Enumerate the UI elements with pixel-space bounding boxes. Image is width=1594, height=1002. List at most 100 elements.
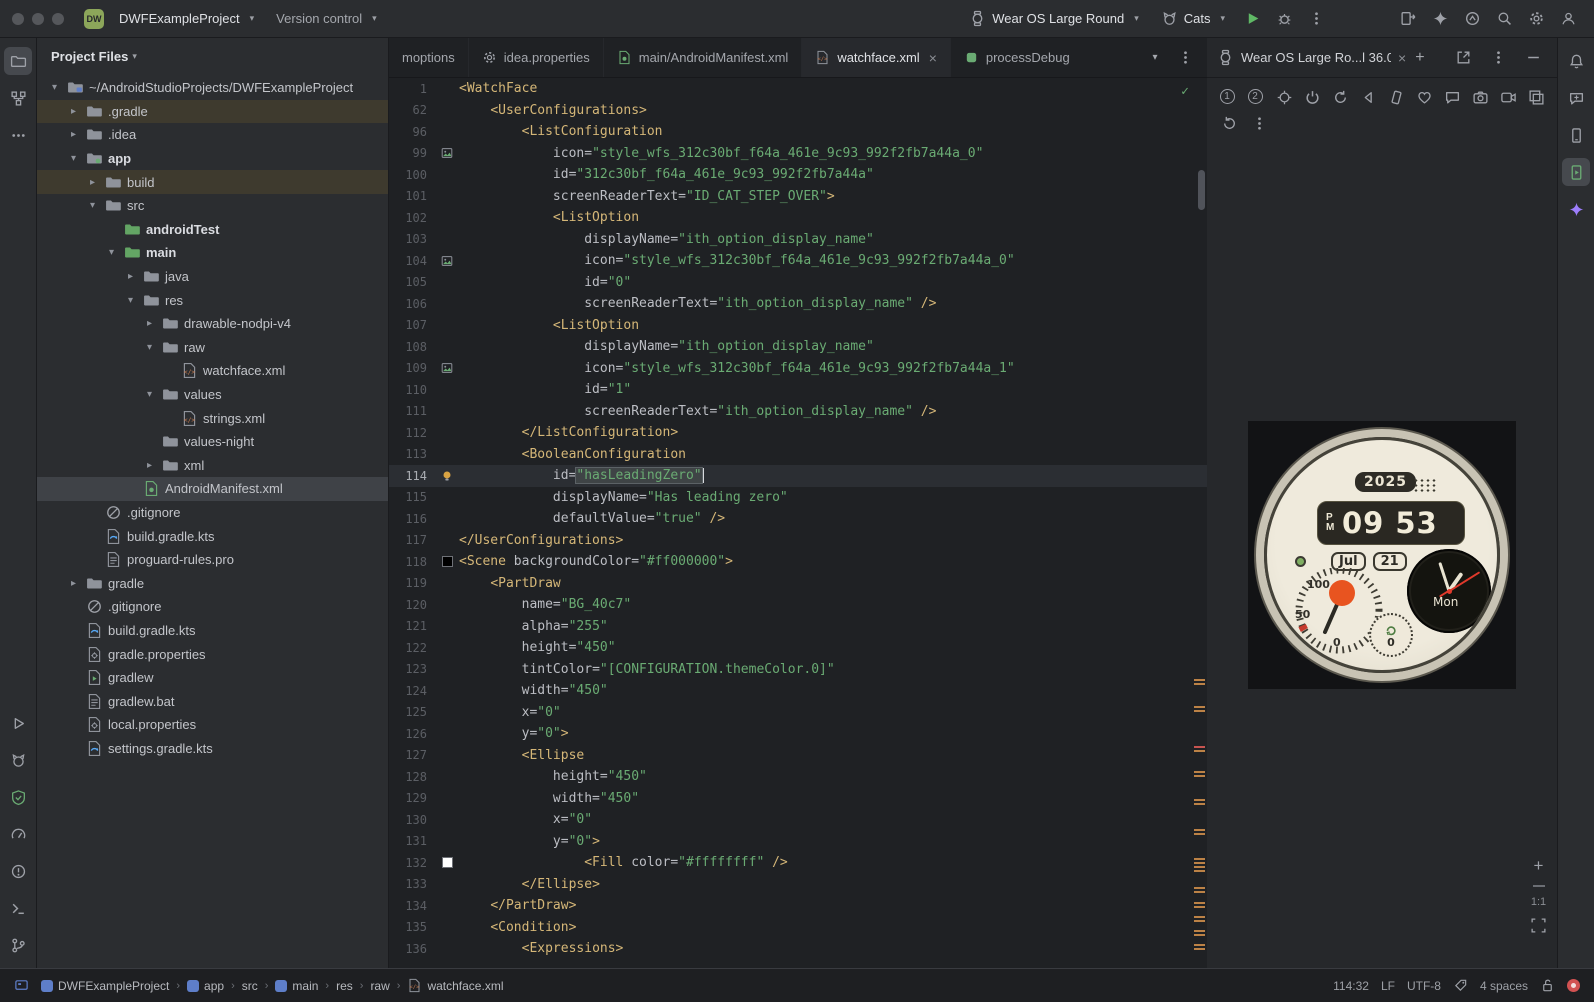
line-number[interactable]: 130	[389, 813, 435, 827]
code-line-129[interactable]: 129 width="450"	[389, 788, 1207, 810]
code-line-104[interactable]: 104 icon="style_wfs_312c30bf_f64a_461e_9…	[389, 250, 1207, 272]
line-number[interactable]: 110	[389, 383, 435, 397]
chevron-down-icon[interactable]: ▾	[142, 342, 157, 353]
breadcrumb-res[interactable]: res	[336, 979, 353, 993]
breadcrumb-main[interactable]: main	[275, 979, 318, 993]
line-number[interactable]: 126	[389, 727, 435, 741]
ai-chat-button[interactable]	[1562, 84, 1590, 112]
line-number[interactable]: 111	[389, 404, 435, 418]
code-area[interactable]: 1 <WatchFace 62 <UserConfigurations> 96 <Li…	[389, 78, 1207, 968]
chevron-down-icon[interactable]: ▾	[47, 82, 62, 93]
minimize-window-button[interactable]	[32, 12, 44, 25]
terminal-button[interactable]	[4, 894, 32, 922]
code-line-122[interactable]: 122 height="450"	[389, 637, 1207, 659]
tree-item-build.gradle.kts[interactable]: build.gradle.kts	[37, 619, 388, 643]
code-line-62[interactable]: 62 <UserConfigurations>	[389, 100, 1207, 122]
zoom-scale-label[interactable]: 1:1	[1531, 896, 1546, 908]
tilt-phone-button[interactable]	[1385, 85, 1407, 109]
close-device-tab-button[interactable]: ×	[1398, 50, 1406, 66]
tree-item-gradle[interactable]: ▸ gradle	[37, 571, 388, 595]
stripe-mark[interactable]	[1194, 887, 1205, 889]
line-number[interactable]: 124	[389, 684, 435, 698]
stripe-mark[interactable]	[1194, 771, 1205, 773]
rotate-ccw-button[interactable]	[1329, 85, 1351, 109]
device-tab-title[interactable]: Wear OS Large Ro...l 36.0	[1241, 50, 1391, 65]
code-line-135[interactable]: 135 <Condition>	[389, 917, 1207, 939]
chevron-right-icon[interactable]: ▸	[142, 318, 157, 329]
code-line-115[interactable]: 115 displayName="Has leading zero"	[389, 487, 1207, 509]
zoom-window-button[interactable]	[52, 12, 64, 25]
tab-processdebug[interactable]: processDebug	[951, 38, 1069, 77]
line-number[interactable]: 103	[389, 232, 435, 246]
tab-main-androidmanifest.xml[interactable]: main/AndroidManifest.xml	[604, 38, 803, 77]
problems-button[interactable]	[4, 857, 32, 885]
line-number[interactable]: 133	[389, 877, 435, 891]
error-stripe[interactable]	[1192, 78, 1207, 968]
chevron-down-icon[interactable]: ▾	[123, 295, 138, 306]
code-line-123[interactable]: 123 tintColor="[CONFIGURATION.themeColor…	[389, 659, 1207, 681]
tree-item-watchface.xml[interactable]: </> watchface.xml	[37, 359, 388, 383]
tree-item-strings.xml[interactable]: </> strings.xml	[37, 406, 388, 430]
code-line-132[interactable]: 132 <Fill color="#ffffffff" />	[389, 852, 1207, 874]
mirror-device-button[interactable]	[1394, 5, 1422, 33]
tree-item-.idea[interactable]: ▸ .idea	[37, 123, 388, 147]
code-line-136[interactable]: 136 <Expressions>	[389, 938, 1207, 960]
color-swatch-white[interactable]	[441, 857, 453, 869]
line-number[interactable]: 118	[389, 555, 435, 569]
screen-record-button[interactable]	[1497, 85, 1519, 109]
code-line-113[interactable]: 113 <BooleanConfiguration	[389, 444, 1207, 466]
project-switcher[interactable]: DWFExampleProject ▾	[110, 7, 263, 30]
line-number[interactable]: 123	[389, 662, 435, 676]
chevron-right-icon[interactable]: ▸	[66, 578, 81, 589]
line-number[interactable]: 131	[389, 834, 435, 848]
line-number[interactable]: 102	[389, 211, 435, 225]
bug-button[interactable]	[1270, 5, 1298, 33]
breadcrumb-dwfexampleproject[interactable]: DWFExampleProject	[41, 979, 169, 993]
screenshot-compare-button[interactable]	[1525, 85, 1547, 109]
line-number[interactable]: 109	[389, 361, 435, 375]
line-number[interactable]: 128	[389, 770, 435, 784]
ai-spark-button[interactable]	[1426, 5, 1454, 33]
running-devices-button[interactable]	[1562, 158, 1590, 186]
run-outline-button[interactable]	[4, 709, 32, 737]
device-panel-menu-button[interactable]	[1484, 44, 1512, 72]
tree-item-androidmanifest.xml[interactable]: AndroidManifest.xml	[37, 477, 388, 501]
code-line-130[interactable]: 130 x="0"	[389, 809, 1207, 831]
line-number[interactable]: 106	[389, 297, 435, 311]
chevron-down-icon[interactable]: ▾	[104, 247, 119, 258]
line-number[interactable]: 99	[389, 146, 435, 160]
hide-panel-button[interactable]	[1519, 44, 1547, 72]
stripe-mark[interactable]	[1194, 799, 1205, 801]
chevron-right-icon[interactable]: ▸	[66, 129, 81, 140]
chevron-right-icon[interactable]: ▸	[66, 106, 81, 117]
tree-item-xml[interactable]: ▸ xml	[37, 454, 388, 478]
code-line-111[interactable]: 111 screenReaderText="ith_option_display…	[389, 401, 1207, 423]
tree-item-raw[interactable]: ▾ raw	[37, 336, 388, 360]
tag-icon[interactable]	[1453, 978, 1468, 993]
version-control-menu[interactable]: Version control ▾	[267, 7, 386, 30]
line-number[interactable]: 113	[389, 447, 435, 461]
project-folder-button[interactable]	[4, 47, 32, 75]
line-number[interactable]: 127	[389, 748, 435, 762]
tree-item-values[interactable]: ▾ values	[37, 383, 388, 407]
tab-options-button[interactable]	[1171, 44, 1199, 72]
breadcrumb-raw[interactable]: raw	[370, 979, 389, 993]
profiler-gauge-button[interactable]	[4, 820, 32, 848]
code-line-110[interactable]: 110 id="1"	[389, 379, 1207, 401]
tree-item-.gitignore[interactable]: .gitignore	[37, 595, 388, 619]
open-in-window-button[interactable]	[1449, 44, 1477, 72]
gemini-star-button[interactable]	[1562, 195, 1590, 223]
stripe-mark[interactable]	[1194, 916, 1205, 918]
gear-button[interactable]	[1522, 5, 1550, 33]
camera-button[interactable]	[1469, 85, 1491, 109]
line-number[interactable]: 107	[389, 318, 435, 332]
chevron-right-icon[interactable]: ▸	[85, 177, 100, 188]
code-line-108[interactable]: 108 displayName="ith_option_display_name…	[389, 336, 1207, 358]
stripe-mark[interactable]	[1194, 679, 1205, 681]
code-line-118[interactable]: 118 <Scene backgroundColor="#ff000000">	[389, 551, 1207, 573]
code-line-133[interactable]: 133 </Ellipse>	[389, 874, 1207, 896]
code-line-117[interactable]: 117 </UserConfigurations>	[389, 530, 1207, 552]
circle-1-button[interactable]: 1	[1217, 85, 1239, 109]
file-encoding[interactable]: UTF-8	[1407, 979, 1441, 993]
tree-item-.gradle[interactable]: ▸ .gradle	[37, 99, 388, 124]
